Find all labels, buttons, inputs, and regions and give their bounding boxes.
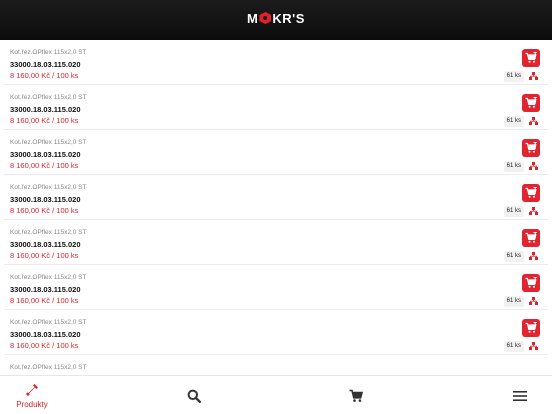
warehouse-availability-icon[interactable] [529, 297, 538, 306]
product-name: Kot.řez.OPflex 115x2,0 ST [10, 49, 87, 56]
product-price: 8 160,00 Kč / 100 ks [10, 251, 79, 260]
add-to-cart-button[interactable] [522, 274, 540, 292]
stock-badge: 61 ks [503, 251, 524, 262]
product-name: Kot.řez.OPflex 115x2,0 ST [10, 364, 87, 371]
product-row[interactable]: Kot.řez.OPflex 115x2,0 ST 33000.18.03.11… [4, 220, 548, 265]
product-code: 33000.18.03.115.020 [10, 285, 81, 294]
stock-badge: 61 ks [503, 71, 524, 82]
product-code: 33000.18.03.115.020 [10, 150, 81, 159]
warehouse-availability-icon[interactable] [529, 162, 538, 171]
logo-hex-icon [259, 12, 272, 24]
product-price: 8 160,00 Kč / 100 ks [10, 296, 79, 305]
product-name: Kot.řez.OPflex 115x2,0 ST [10, 274, 87, 281]
tab-products-label: Produkty [16, 400, 48, 409]
tab-search[interactable] [186, 376, 204, 414]
add-to-cart-button[interactable] [522, 229, 540, 247]
product-name: Kot.řez.OPflex 115x2,0 ST [10, 184, 87, 191]
bottom-tab-bar: Produkty [0, 375, 552, 414]
search-icon [187, 389, 201, 403]
tab-cart[interactable] [348, 376, 366, 414]
cart-icon [349, 389, 363, 402]
add-to-cart-icon [525, 52, 537, 63]
add-to-cart-button[interactable] [522, 49, 540, 67]
app-header: M KR'S [0, 0, 552, 40]
product-price: 8 160,00 Kč / 100 ks [10, 116, 79, 125]
product-name: Kot.řez.OPflex 115x2,0 ST [10, 139, 87, 146]
product-row[interactable]: Kot.řez.OPflex 115x2,0 ST 33000.18.03.11… [4, 265, 548, 310]
product-name: Kot.řez.OPflex 115x2,0 ST [10, 229, 87, 236]
product-price: 8 160,00 Kč / 100 ks [10, 341, 79, 350]
product-row[interactable]: Kot.řez.OPflex 115x2,0 ST 33000.18.03.11… [4, 130, 548, 175]
product-price: 8 160,00 Kč / 100 ks [10, 206, 79, 215]
stock-badge: 61 ks [503, 341, 524, 352]
add-to-cart-icon [525, 322, 537, 333]
product-code: 33000.18.03.115.020 [10, 240, 81, 249]
add-to-cart-icon [525, 97, 537, 108]
product-code: 33000.18.03.115.020 [10, 330, 81, 339]
brand-logo: M KR'S [0, 11, 552, 26]
stock-badge: 61 ks [503, 206, 524, 217]
product-row[interactable]: Kot.řez.OPflex 115x2,0 ST 33000.18.03.11… [4, 310, 548, 355]
product-row[interactable]: Kot.řez.OPflex 115x2,0 ST [4, 355, 548, 375]
logo-text-left: M [247, 11, 259, 26]
add-to-cart-button[interactable] [522, 139, 540, 157]
tab-products[interactable]: Produkty [8, 376, 56, 414]
stock-badge: 61 ks [503, 161, 524, 172]
product-price: 8 160,00 Kč / 100 ks [10, 71, 79, 80]
add-to-cart-icon [525, 142, 537, 153]
warehouse-availability-icon[interactable] [529, 342, 538, 351]
add-to-cart-button[interactable] [522, 94, 540, 112]
stock-badge: 61 ks [503, 116, 524, 127]
menu-icon [513, 391, 527, 401]
warehouse-availability-icon[interactable] [529, 207, 538, 216]
product-row[interactable]: Kot.řez.OPflex 115x2,0 ST 33000.18.03.11… [4, 40, 548, 85]
product-list-panel[interactable]: Kot.řez.OPflex 115x2,0 ST 33000.18.03.11… [4, 40, 548, 375]
product-code: 33000.18.03.115.020 [10, 195, 81, 204]
add-to-cart-button[interactable] [522, 184, 540, 202]
tab-menu[interactable] [512, 376, 530, 414]
add-to-cart-icon [525, 277, 537, 288]
product-code: 33000.18.03.115.020 [10, 105, 81, 114]
product-list: Kot.řez.OPflex 115x2,0 ST 33000.18.03.11… [4, 40, 548, 375]
product-row[interactable]: Kot.řez.OPflex 115x2,0 ST 33000.18.03.11… [4, 85, 548, 130]
warehouse-availability-icon[interactable] [529, 72, 538, 81]
product-code: 33000.18.03.115.020 [10, 60, 81, 69]
logo-text-right: KR'S [272, 11, 305, 26]
wrench-icon [26, 384, 38, 396]
product-name: Kot.řez.OPflex 115x2,0 ST [10, 319, 87, 326]
warehouse-availability-icon[interactable] [529, 252, 538, 261]
product-name: Kot.řez.OPflex 115x2,0 ST [10, 94, 87, 101]
stock-badge: 61 ks [503, 296, 524, 307]
add-to-cart-icon [525, 232, 537, 243]
add-to-cart-button[interactable] [522, 319, 540, 337]
product-price: 8 160,00 Kč / 100 ks [10, 161, 79, 170]
product-row[interactable]: Kot.řez.OPflex 115x2,0 ST 33000.18.03.11… [4, 175, 548, 220]
add-to-cart-icon [525, 187, 537, 198]
warehouse-availability-icon[interactable] [529, 117, 538, 126]
